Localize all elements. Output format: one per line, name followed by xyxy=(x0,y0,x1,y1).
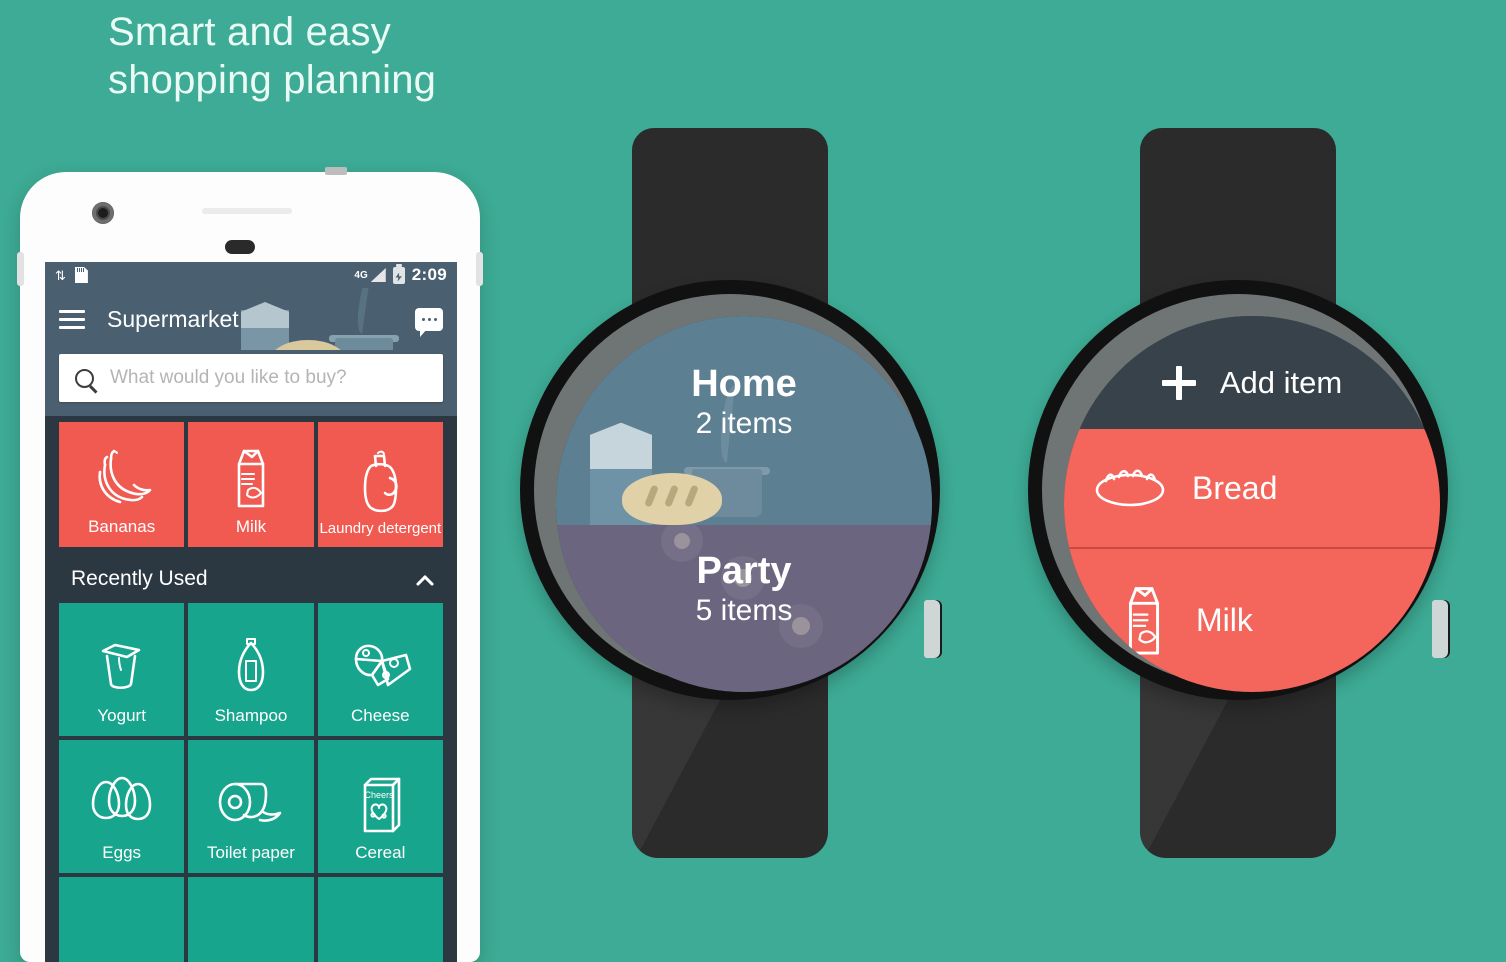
chevron-up-icon[interactable] xyxy=(416,571,433,588)
watch-case: Add item Bread Milk xyxy=(1028,280,1448,700)
watch-item-milk[interactable]: Milk xyxy=(1064,547,1440,692)
list-item-home[interactable]: Home 2 items xyxy=(556,316,932,525)
suggested-items-grid: Bananas Milk Laundry detergent xyxy=(45,416,457,555)
milk-carton-icon xyxy=(1118,578,1170,663)
search-icon xyxy=(75,368,94,388)
milk-carton-icon xyxy=(228,441,274,513)
status-bar-clock: 2:09 xyxy=(411,265,447,284)
bread-loaf-icon xyxy=(1094,464,1166,513)
tile-toilet-paper[interactable]: Toilet paper xyxy=(188,740,314,873)
app-bar: Supermarket xyxy=(45,288,457,350)
tile-label: Eggs xyxy=(102,843,142,862)
search-container: What would you like to buy? xyxy=(45,350,457,416)
network-type-label: 4G xyxy=(354,269,368,281)
list-name: Party xyxy=(696,549,792,592)
list-item-count: 5 items xyxy=(695,593,793,627)
add-item-label: Add item xyxy=(1219,365,1343,401)
watch-item-label: Milk xyxy=(1196,602,1253,639)
status-bar: ⇅ 4G 2:09 xyxy=(45,262,457,288)
phone-side-button-right xyxy=(476,252,483,286)
app-bar-title: Supermarket xyxy=(107,305,239,332)
recently-used-grid: Yogurt Shampoo Cheese Eggs Toilet paper … xyxy=(45,603,457,962)
earpiece-speaker xyxy=(202,208,292,214)
chat-bubble-icon[interactable] xyxy=(415,307,443,337)
page-title: Smart and easy shopping planning xyxy=(108,10,437,102)
cereal-box-icon: Cheers xyxy=(353,767,407,839)
search-input[interactable]: What would you like to buy? xyxy=(59,354,443,402)
section-title: Recently Used xyxy=(71,567,208,590)
watch-screen: Add item Bread Milk xyxy=(1064,316,1440,692)
phone-mockup: ⇅ 4G 2:09 Supermarket What would you lik… xyxy=(17,167,483,962)
cheese-wedge-icon xyxy=(348,630,412,702)
watch-screen: Home 2 items Party 5 items xyxy=(556,316,932,692)
shampoo-bottle-icon xyxy=(228,630,274,702)
toilet-paper-icon xyxy=(215,767,287,839)
search-placeholder: What would you like to buy? xyxy=(110,367,347,388)
proximity-sensor xyxy=(225,240,255,254)
list-name: Home xyxy=(691,363,797,405)
tile-label: Shampoo xyxy=(214,706,288,725)
smartwatch-items: Add item Bread Milk xyxy=(1028,128,1448,888)
tile-cheese[interactable]: Cheese xyxy=(317,603,443,736)
tile-row3-partial[interactable] xyxy=(59,877,185,962)
tile-row3-partial[interactable] xyxy=(188,877,314,962)
tile-label: Yogurt xyxy=(97,706,146,725)
tile-label: Milk xyxy=(235,517,267,536)
battery-charging-icon xyxy=(392,263,405,284)
eggs-icon xyxy=(88,767,156,839)
recently-used-header[interactable]: Recently Used xyxy=(45,555,457,603)
sync-arrows-icon: ⇅ xyxy=(55,267,66,283)
phone-side-button-left xyxy=(17,252,24,286)
sd-card-icon xyxy=(74,267,88,283)
tile-bananas[interactable]: Bananas xyxy=(59,422,185,547)
watch-item-bread[interactable]: Bread xyxy=(1064,428,1440,548)
watch-item-label: Bread xyxy=(1192,469,1278,506)
watch-bezel: Add item Bread Milk xyxy=(1042,294,1440,692)
tile-label: Bananas xyxy=(88,517,156,536)
smartwatch-lists: Home 2 items Party 5 items xyxy=(520,128,940,888)
tile-yogurt[interactable]: Yogurt xyxy=(59,603,185,736)
hamburger-menu-icon[interactable] xyxy=(59,309,85,329)
phone-screen: ⇅ 4G 2:09 Supermarket What would you lik… xyxy=(45,262,457,962)
tile-label: Laundry detergent xyxy=(319,520,442,537)
yogurt-cup-icon xyxy=(93,630,151,702)
list-item-count: 2 items xyxy=(695,407,793,440)
signal-bars-icon xyxy=(370,268,386,282)
watch-case: Home 2 items Party 5 items xyxy=(520,280,940,700)
plus-icon xyxy=(1161,366,1196,401)
front-camera-icon xyxy=(92,202,114,224)
tile-milk[interactable]: Milk xyxy=(188,422,314,547)
tile-cereal[interactable]: Cheers Cereal xyxy=(317,740,443,873)
tile-label: Cheese xyxy=(351,706,410,725)
add-item-button[interactable]: Add item xyxy=(1064,316,1440,429)
detergent-bottle-icon xyxy=(354,444,406,516)
tile-row3-partial[interactable] xyxy=(317,877,443,962)
tile-laundry-detergent[interactable]: Laundry detergent xyxy=(317,422,443,547)
tile-shampoo[interactable]: Shampoo xyxy=(188,603,314,736)
cereal-box-brand: Cheers xyxy=(365,790,395,800)
phone-antenna-nub xyxy=(325,167,347,175)
watch-bezel: Home 2 items Party 5 items xyxy=(534,294,932,692)
bananas-icon xyxy=(91,441,153,513)
tile-label: Toilet paper xyxy=(207,843,295,862)
list-item-party[interactable]: Party 5 items xyxy=(556,524,932,692)
tile-eggs[interactable]: Eggs xyxy=(59,740,185,873)
tile-label: Cereal xyxy=(355,843,406,862)
